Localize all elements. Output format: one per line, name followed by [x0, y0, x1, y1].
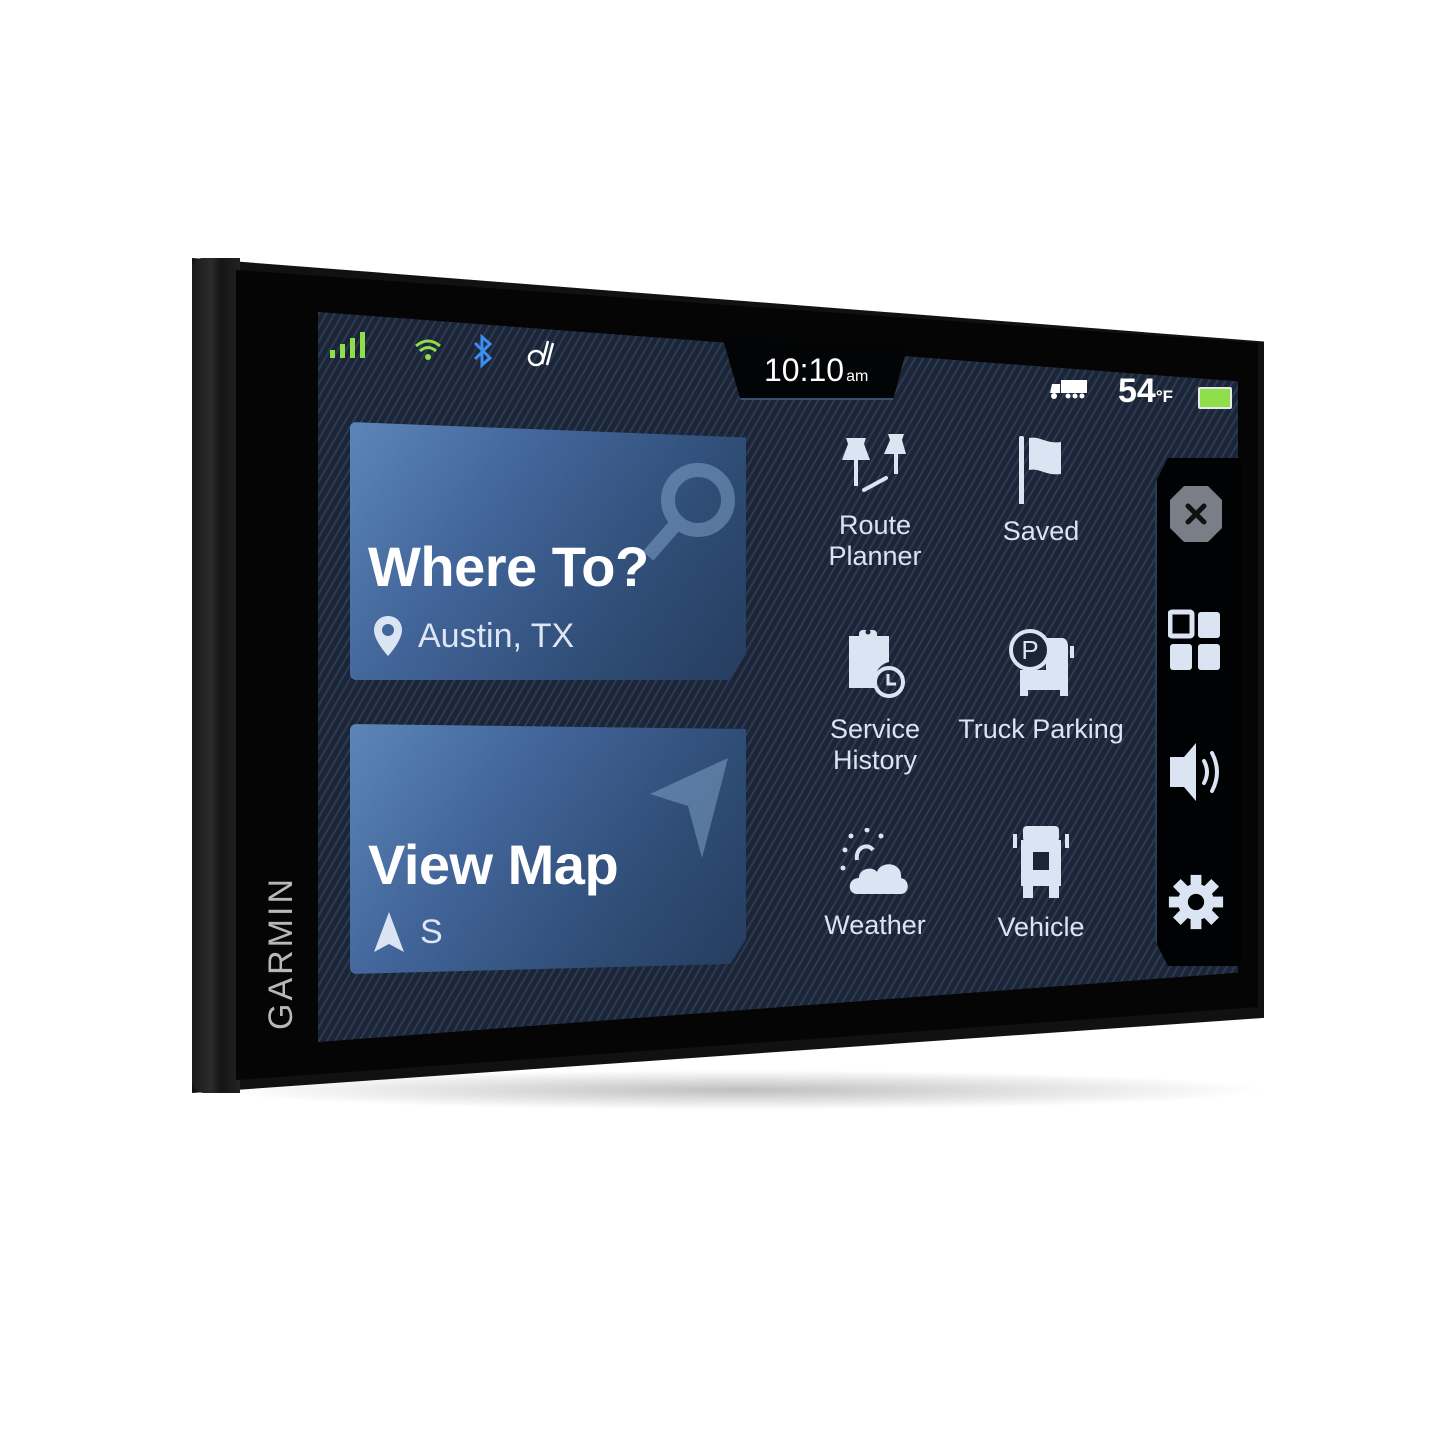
speaker-icon [1170, 743, 1219, 801]
settings-button[interactable] [1168, 874, 1224, 930]
app-truck-parking[interactable]: P Truck Parking [956, 626, 1126, 745]
clock-suffix: am [846, 368, 869, 385]
device-edge [192, 258, 240, 1093]
cellular-signal-icon [330, 332, 365, 358]
search-icon [642, 463, 735, 561]
app-vehicle[interactable]: Vehicle [956, 824, 1126, 943]
app-service-history[interactable]: Service History [790, 626, 960, 776]
close-button[interactable] [1168, 486, 1224, 542]
app-weather[interactable]: Weather [790, 828, 960, 941]
clipboard-clock-icon [849, 629, 905, 698]
app-saved[interactable]: Saved [956, 434, 1126, 547]
where-to-location: Austin, TX [372, 614, 574, 658]
grid-icon [1168, 609, 1220, 670]
view-map-button[interactable]: View Map S [350, 724, 746, 974]
app-route-planner[interactable]: Route Planner [790, 434, 960, 572]
app-label: Service History [829, 714, 921, 775]
app-label: Route Planner [828, 510, 922, 571]
truck-icon [1013, 826, 1069, 898]
where-to-title: Where To? [368, 535, 649, 598]
clock-time: 10:10 [764, 352, 845, 388]
flag-icon [1019, 436, 1061, 504]
wifi-icon [415, 339, 441, 360]
weather-icon [840, 828, 908, 894]
truck-mode-icon [1050, 380, 1087, 399]
heading: S [372, 910, 443, 954]
navigation-arrow-icon [650, 758, 728, 858]
clock: 10:10 am [764, 352, 868, 389]
temperature: 54°F [1118, 372, 1173, 411]
svg-text:P: P [1021, 635, 1038, 665]
battery-icon [1198, 387, 1232, 409]
location-text: Austin, TX [418, 616, 575, 655]
apps-grid-button[interactable] [1168, 609, 1224, 670]
location-pin-icon [374, 616, 402, 656]
brand-logo: GARMIN [262, 876, 300, 1030]
truck-parking-icon: P [1009, 629, 1074, 696]
app-label: Vehicle [997, 912, 1085, 942]
heading-arrow-icon [374, 912, 404, 952]
bluetooth-icon [473, 334, 493, 368]
volume-button[interactable] [1168, 743, 1224, 801]
view-map-title: View Map [368, 833, 619, 896]
drive-link-icon [527, 340, 554, 367]
close-icon [1170, 486, 1222, 542]
temperature-value: 54 [1118, 372, 1156, 410]
app-label: Weather [824, 910, 926, 940]
app-label: Truck Parking [958, 714, 1124, 744]
gear-icon [1168, 874, 1224, 930]
where-to-button[interactable]: Where To? Austin, TX [350, 422, 746, 680]
heading-text: S [420, 912, 443, 951]
temperature-unit: °F [1155, 387, 1174, 406]
app-label: Saved [1002, 516, 1080, 546]
push-pins-icon [842, 434, 906, 492]
